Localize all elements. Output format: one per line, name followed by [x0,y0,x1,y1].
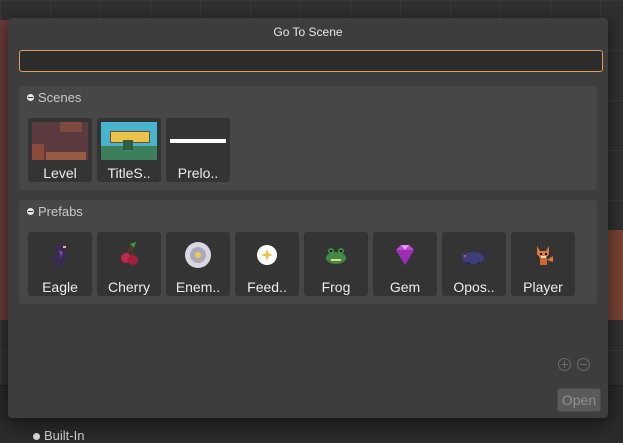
zoom-in-icon[interactable] [558,358,571,371]
prefabs-section: Prefabs Eagle Cherry Enem.. Feed.. Frog … [19,200,597,304]
scene-tile-label: Level [43,165,77,181]
scenes-list: Level TitleS.. Prelo.. [28,118,230,182]
prefabs-header-label: Prefabs [38,204,83,219]
preloader-thumbnail [170,122,226,160]
prefab-tile-label: Frog [321,279,351,295]
title-screen-thumbnail [101,122,157,160]
scenes-header[interactable]: Scenes [27,90,81,105]
prefab-tile-frog[interactable]: Frog [304,232,368,296]
prefab-tile-gem[interactable]: Gem [373,232,437,296]
prefab-tile-label: Gem [389,279,421,295]
open-button[interactable]: Open [557,388,601,412]
enemy-death-icon [170,236,226,274]
prefab-tile-label: Feed.. [247,279,287,295]
prefab-tile-player[interactable]: Player [511,232,575,296]
collapse-icon [33,433,40,441]
collapse-icon[interactable] [27,94,34,101]
scene-preview-right [607,230,623,320]
frog-icon [308,236,364,274]
gem-icon [377,236,433,274]
prefab-tile-label: Player [523,279,563,295]
scene-tile-title-screen[interactable]: TitleS.. [97,118,161,182]
zoom-out-icon[interactable] [577,358,590,371]
player-icon [515,236,571,274]
scene-tile-level[interactable]: Level [28,118,92,182]
eagle-icon [32,236,88,274]
prefab-tile-feedback[interactable]: Feed.. [235,232,299,296]
prefabs-header[interactable]: Prefabs [27,204,83,219]
prefab-tile-label: Enem.. [175,279,221,295]
cherry-icon [101,236,157,274]
prefabs-list: Eagle Cherry Enem.. Feed.. Frog Gem Opos… [28,232,575,296]
built-in-label: Built-In [44,428,85,443]
built-in-section: Built-In [33,428,84,443]
opossum-icon [446,236,502,274]
scene-tile-preloader[interactable]: Prelo.. [166,118,230,182]
scene-tile-label: Prelo.. [177,165,219,181]
level-thumbnail [32,122,88,160]
dialog-title: Go To Scene [273,25,343,39]
go-to-scene-dialog: Go To Scene Scenes Level TitleS.. Prelo.… [8,18,608,418]
prefab-tile-cherry[interactable]: Cherry [97,232,161,296]
collapse-icon[interactable] [27,208,34,215]
prefab-tile-label: Cherry [107,279,150,295]
prefab-tile-enemy-death[interactable]: Enem.. [166,232,230,296]
zoom-controls [558,358,590,371]
scenes-header-label: Scenes [38,90,82,105]
prefab-tile-opossum[interactable]: Opos.. [442,232,506,296]
scene-tile-label: TitleS.. [107,165,151,181]
feedback-icon [239,236,295,274]
scenes-section: Scenes Level TitleS.. Prelo.. [19,86,597,190]
search-input[interactable] [19,50,603,72]
prefab-tile-label: Eagle [42,279,78,295]
prefab-tile-eagle[interactable]: Eagle [28,232,92,296]
prefab-tile-label: Opos.. [453,279,495,295]
